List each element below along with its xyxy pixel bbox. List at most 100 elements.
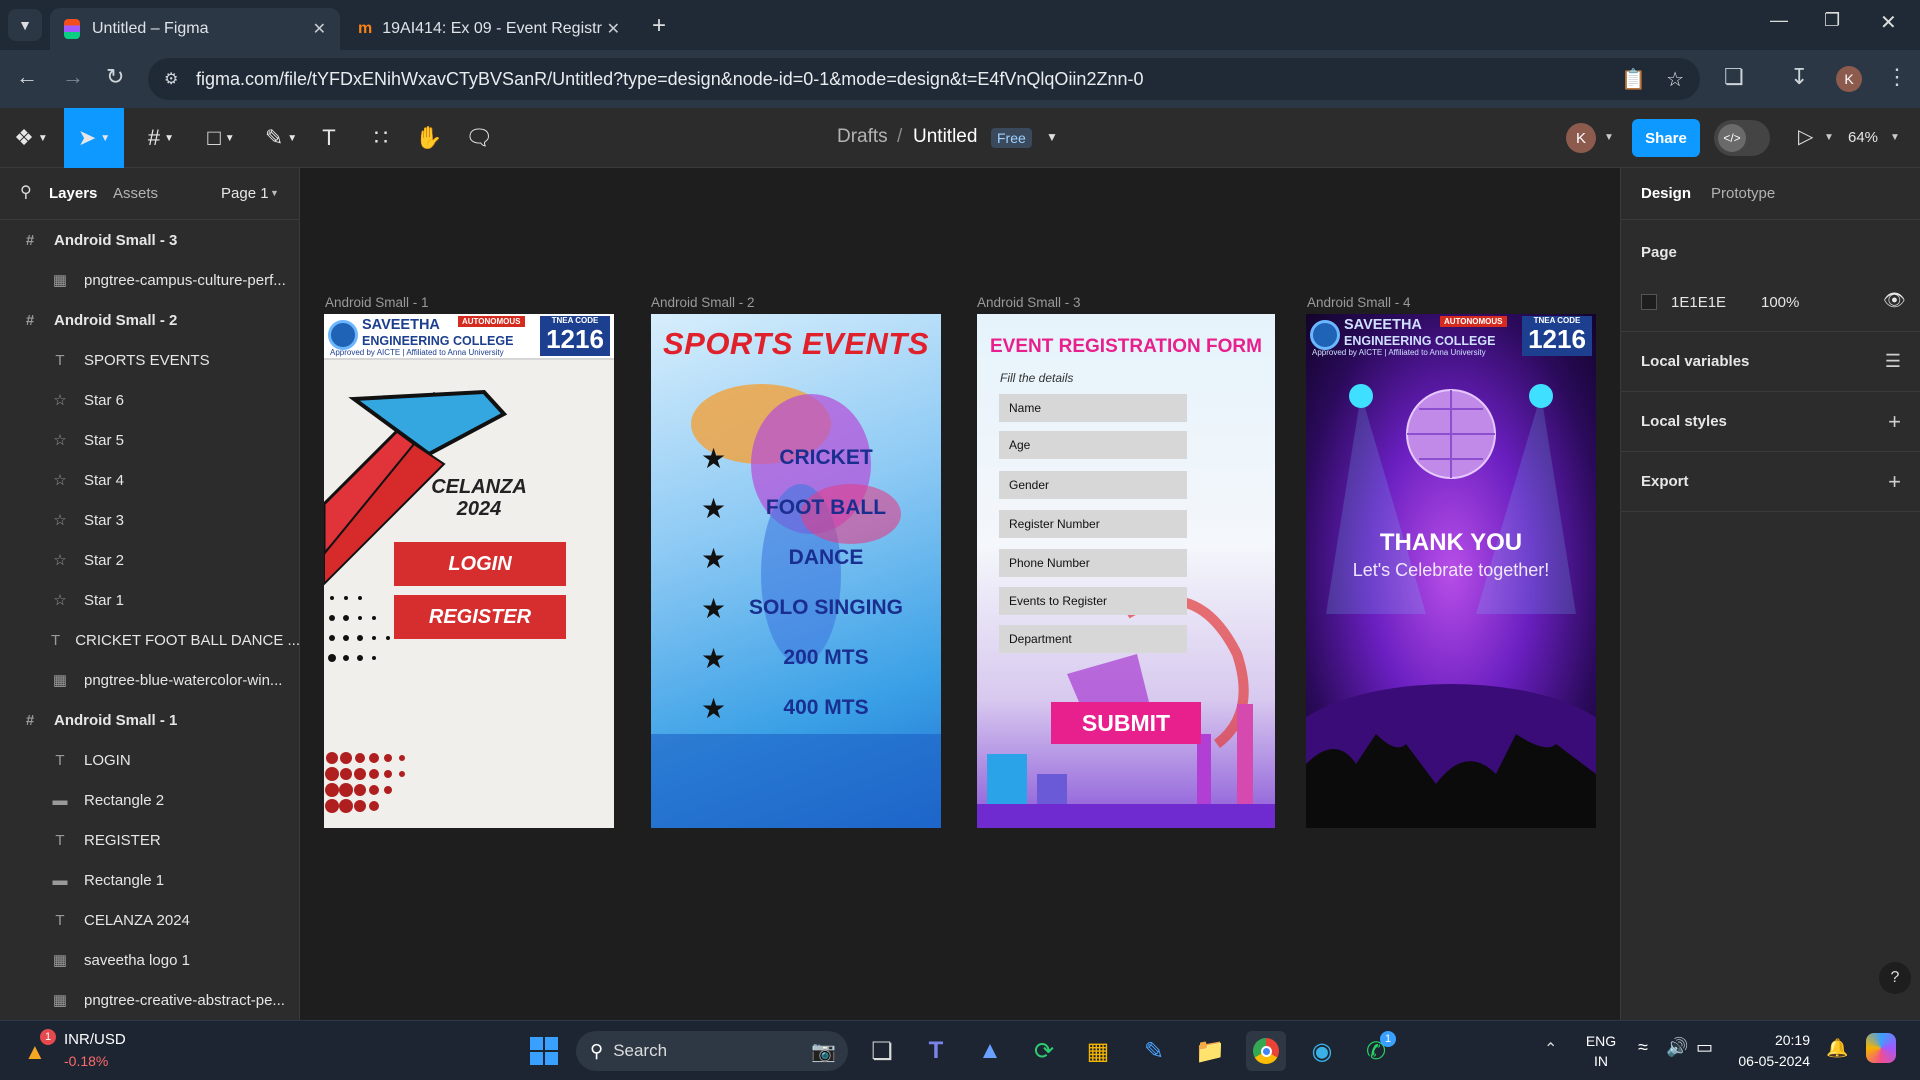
start-button[interactable] [524,1031,564,1071]
frame-label[interactable]: Android Small - 4 [1307,295,1411,310]
tab-layers[interactable]: Layers [49,185,97,202]
pen-tool-button[interactable]: ✎ ▼ [256,108,306,168]
edge-icon[interactable]: ◉ [1302,1031,1342,1071]
page-opacity-value[interactable]: 100% [1761,294,1799,311]
restore-window-icon[interactable]: ❐ [1824,10,1840,31]
page-chevron-icon[interactable]: ▼ [270,188,279,198]
submit-button[interactable]: SUBMIT [1051,702,1201,744]
file-menu-chevron-icon[interactable]: ▼ [1046,130,1058,144]
whatsapp-icon[interactable]: ✆ 1 [1356,1031,1396,1071]
main-menu-button[interactable]: ❖ ▼ [8,108,54,168]
resources-tool-button[interactable]: ∷ [356,108,406,168]
design-canvas[interactable]: Android Small - 1 Android Small - 2 Andr… [300,168,1620,1020]
share-button[interactable]: Share [1632,119,1700,157]
form-input-field[interactable]: Department [999,625,1187,653]
clipboard-icon[interactable]: 📋 [1621,67,1646,92]
layer-row[interactable]: ☆ Star 4 [0,460,300,500]
back-icon[interactable]: ← [16,64,38,90]
zoom-chevron-icon[interactable]: ▼ [1890,132,1900,143]
tab-assets[interactable]: Assets [113,185,158,202]
layer-row[interactable]: ☆ Star 1 [0,580,300,620]
dev-mode-toggle[interactable]: </> [1714,120,1770,156]
refresh-app-icon[interactable]: ⟳ [1024,1031,1064,1071]
teams-icon[interactable]: T [916,1031,956,1071]
chrome-icon[interactable] [1246,1031,1286,1071]
page-color-swatch[interactable] [1641,294,1657,310]
app-launcher-icon[interactable]: ▲ [970,1031,1010,1071]
form-input-field[interactable]: Name [999,394,1187,422]
layer-row[interactable]: T CELANZA 2024 [0,900,300,940]
weather-ticker-widget[interactable]: ▲ 1 INR/USD -0.18% [22,1029,172,1073]
add-style-icon[interactable]: + [1888,409,1901,435]
variables-settings-icon[interactable]: ☰ [1885,351,1901,372]
present-play-icon[interactable]: ▷ [1798,124,1813,149]
close-window-icon[interactable]: ✕ [1880,10,1897,35]
hand-tool-button[interactable]: ✋ [404,108,454,168]
eye-icon[interactable]: 👁 [1883,290,1906,311]
login-button[interactable]: LOGIN [394,542,566,586]
close-tab-icon[interactable]: ✕ [607,19,620,39]
extensions-icon[interactable]: ❏ [1724,64,1744,90]
move-tool-button[interactable]: ➤ ▼ [64,108,124,168]
layer-row[interactable]: ☆ Star 3 [0,500,300,540]
comment-tool-button[interactable]: 🗨 [454,108,504,168]
form-input-field[interactable]: Phone Number [999,549,1187,577]
frame-label[interactable]: Android Small - 3 [977,295,1081,310]
wifi-icon[interactable]: ≈ [1638,1037,1648,1058]
volume-icon[interactable]: 🔊 [1666,1037,1688,1058]
tab-prototype[interactable]: Prototype [1711,185,1775,202]
copilot-icon[interactable] [1866,1033,1896,1063]
breadcrumb-drafts[interactable]: Drafts [837,126,888,148]
frame-label[interactable]: Android Small - 2 [651,295,755,310]
browser-tab-moodle[interactable]: m 19AI414: Ex 09 - Event Registrat ✕ [344,8,634,50]
form-input-field[interactable]: Gender [999,471,1187,499]
zoom-level[interactable]: 64% [1848,129,1878,146]
layer-row[interactable]: ▦ pngtree-creative-abstract-pe... [0,980,300,1020]
notification-bell-icon[interactable]: 🔔 [1826,1038,1848,1059]
help-button[interactable]: ? [1879,962,1911,994]
layer-row[interactable]: T REGISTER [0,820,300,860]
close-tab-icon[interactable]: ✕ [313,19,326,39]
form-input-field[interactable]: Age [999,431,1187,459]
layer-row[interactable]: T SPORTS EVENTS [0,340,300,380]
frame-label[interactable]: Android Small - 1 [325,295,429,310]
file-explorer-icon[interactable]: 📁 [1190,1031,1230,1071]
local-styles-section[interactable]: Local styles + [1621,392,1920,452]
present-chevron-icon[interactable]: ▼ [1824,132,1834,143]
local-variables-section[interactable]: Local variables ☰ [1621,332,1920,392]
layer-row[interactable]: # Android Small - 2 [0,300,300,340]
layer-row[interactable]: ☆ Star 2 [0,540,300,580]
tab-list-button[interactable]: ▼ [8,9,42,41]
text-tool-button[interactable]: T [304,108,354,168]
page-selector[interactable]: Page 1 [221,185,269,202]
layer-row[interactable]: # Android Small - 1 [0,700,300,740]
browser-menu-icon[interactable]: ⋮ [1886,64,1908,90]
url-field[interactable]: ⚙ figma.com/file/tYFDxENihWxavCTyBVSanR/… [148,58,1700,100]
frame-android-small-2[interactable]: SPORTS EVENTS ★ CRICKET ★ FOOT BALL ★ DANCE ★ S… [651,314,941,828]
site-settings-icon[interactable]: ⚙ [164,69,178,89]
form-input-field[interactable]: Register Number [999,510,1187,538]
frame-android-small-1[interactable]: SAVEETHA ENGINEERING COLLEGE AUTONOMOUS T… [324,314,614,828]
layer-row[interactable]: ▬ Rectangle 2 [0,780,300,820]
register-button[interactable]: REGISTER [394,595,566,639]
file-name[interactable]: Untitled [913,126,977,148]
bookmark-star-icon[interactable]: ☆ [1666,67,1684,92]
layer-row[interactable]: # Android Small - 3 [0,220,300,260]
taskbar-search[interactable]: ⚲ Search 📷 [576,1031,848,1071]
show-hidden-icons-chevron[interactable]: ⌃ [1544,1039,1557,1059]
reload-icon[interactable]: ↻ [106,64,124,90]
clock[interactable]: 20:19 06-05-2024 [1734,1030,1810,1072]
export-section[interactable]: Export + [1621,452,1920,512]
notes-app-icon[interactable]: ✎ [1134,1031,1174,1071]
layer-row[interactable]: ▬ Rectangle 1 [0,860,300,900]
tab-design[interactable]: Design [1641,185,1691,202]
download-icon[interactable]: ↧ [1790,64,1808,90]
layer-row[interactable]: ☆ Star 6 [0,380,300,420]
task-view-icon[interactable]: ❏ [862,1031,902,1071]
forward-icon[interactable]: → [62,64,84,90]
page-color-value[interactable]: 1E1E1E [1671,294,1726,311]
frame-android-small-3[interactable]: EVENT REGISTRATION FORM Fill the details… [977,314,1275,828]
layer-row[interactable]: T LOGIN [0,740,300,780]
add-export-icon[interactable]: + [1888,469,1901,495]
layer-row[interactable]: ☆ Star 5 [0,420,300,460]
